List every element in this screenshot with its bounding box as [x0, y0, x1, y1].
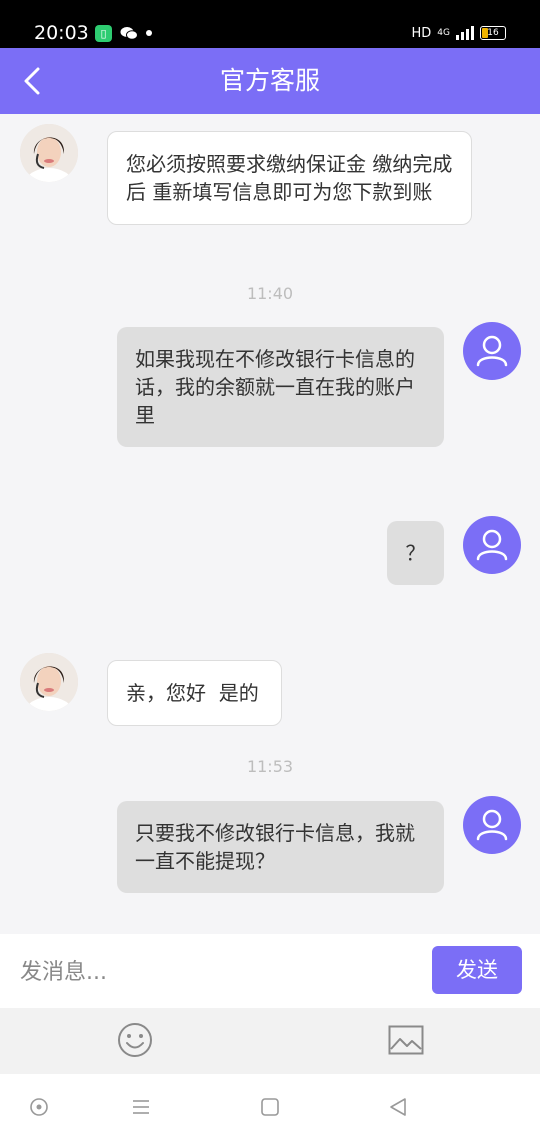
wechat-icon: [120, 27, 138, 40]
chat-area[interactable]: 您必须按照要求缴纳保证金 缴纳完成后 重新填写信息即可为您下款到账 11:40 …: [0, 114, 540, 934]
user-message-bubble[interactable]: 如果我现在不修改银行卡信息的话，我的余额就一直在我的账户里: [117, 327, 444, 447]
network-label: HD: [411, 25, 432, 41]
message-text: ？: [405, 541, 426, 565]
system-navigation-bar: [0, 1074, 540, 1140]
back-button[interactable]: [18, 65, 48, 97]
battery-icon: 16: [480, 26, 506, 40]
user-avatar[interactable]: [463, 516, 521, 574]
message-input[interactable]: [18, 950, 422, 994]
notification-icons: ▯: [95, 22, 152, 44]
support-avatar[interactable]: [20, 653, 78, 711]
attachment-toolbar: [0, 1008, 540, 1074]
smiley-icon[interactable]: [117, 1022, 153, 1058]
more-notifications-dot-icon: [146, 30, 152, 36]
menu-icon[interactable]: [130, 1096, 152, 1118]
image-icon[interactable]: [388, 1025, 424, 1055]
message-text: 只要我不修改银行卡信息，我就一直不能提现？: [135, 821, 415, 873]
message-text: 如果我现在不修改银行卡信息的话，我的余额就一直在我的账户里: [135, 347, 415, 427]
battery-level: 16: [487, 28, 499, 38]
support-message-bubble[interactable]: 亲，您好 是的: [107, 660, 282, 726]
message-timestamp: 11:40: [246, 284, 294, 303]
person-icon: [476, 529, 508, 561]
user-message-bubble[interactable]: 只要我不修改银行卡信息，我就一直不能提现？: [117, 801, 444, 893]
message-input-bar: 发送: [0, 934, 540, 1008]
user-message-bubble[interactable]: ？: [387, 521, 444, 585]
page-title: 官方客服: [219, 66, 320, 95]
send-button[interactable]: 发送: [432, 946, 522, 994]
support-avatar[interactable]: [20, 124, 78, 182]
message-timestamp: 11:53: [246, 757, 294, 776]
header-bar: 官方客服: [0, 48, 540, 114]
assistant-circle-icon[interactable]: [28, 1096, 50, 1118]
support-message-bubble[interactable]: 您必须按照要求缴纳保证金 缴纳完成后 重新填写信息即可为您下款到账: [107, 131, 472, 225]
network-type: 4G: [437, 28, 450, 38]
status-time: 20:03: [34, 22, 89, 44]
person-icon: [476, 809, 508, 841]
person-icon: [476, 335, 508, 367]
status-right: HD 4G 16: [411, 22, 506, 44]
message-text: 亲，您好 是的: [126, 681, 259, 705]
user-avatar[interactable]: [463, 322, 521, 380]
message-text: 您必须按照要求缴纳保证金 缴纳完成后 重新填写信息即可为您下款到账: [126, 152, 453, 204]
user-avatar[interactable]: [463, 796, 521, 854]
status-bar: 20:03 ▯ HD 4G 16: [0, 0, 540, 48]
signal-icon: [456, 26, 474, 40]
back-triangle-icon[interactable]: [387, 1096, 409, 1118]
home-square-icon[interactable]: [259, 1096, 281, 1118]
app-notification-icon: ▯: [95, 24, 112, 42]
